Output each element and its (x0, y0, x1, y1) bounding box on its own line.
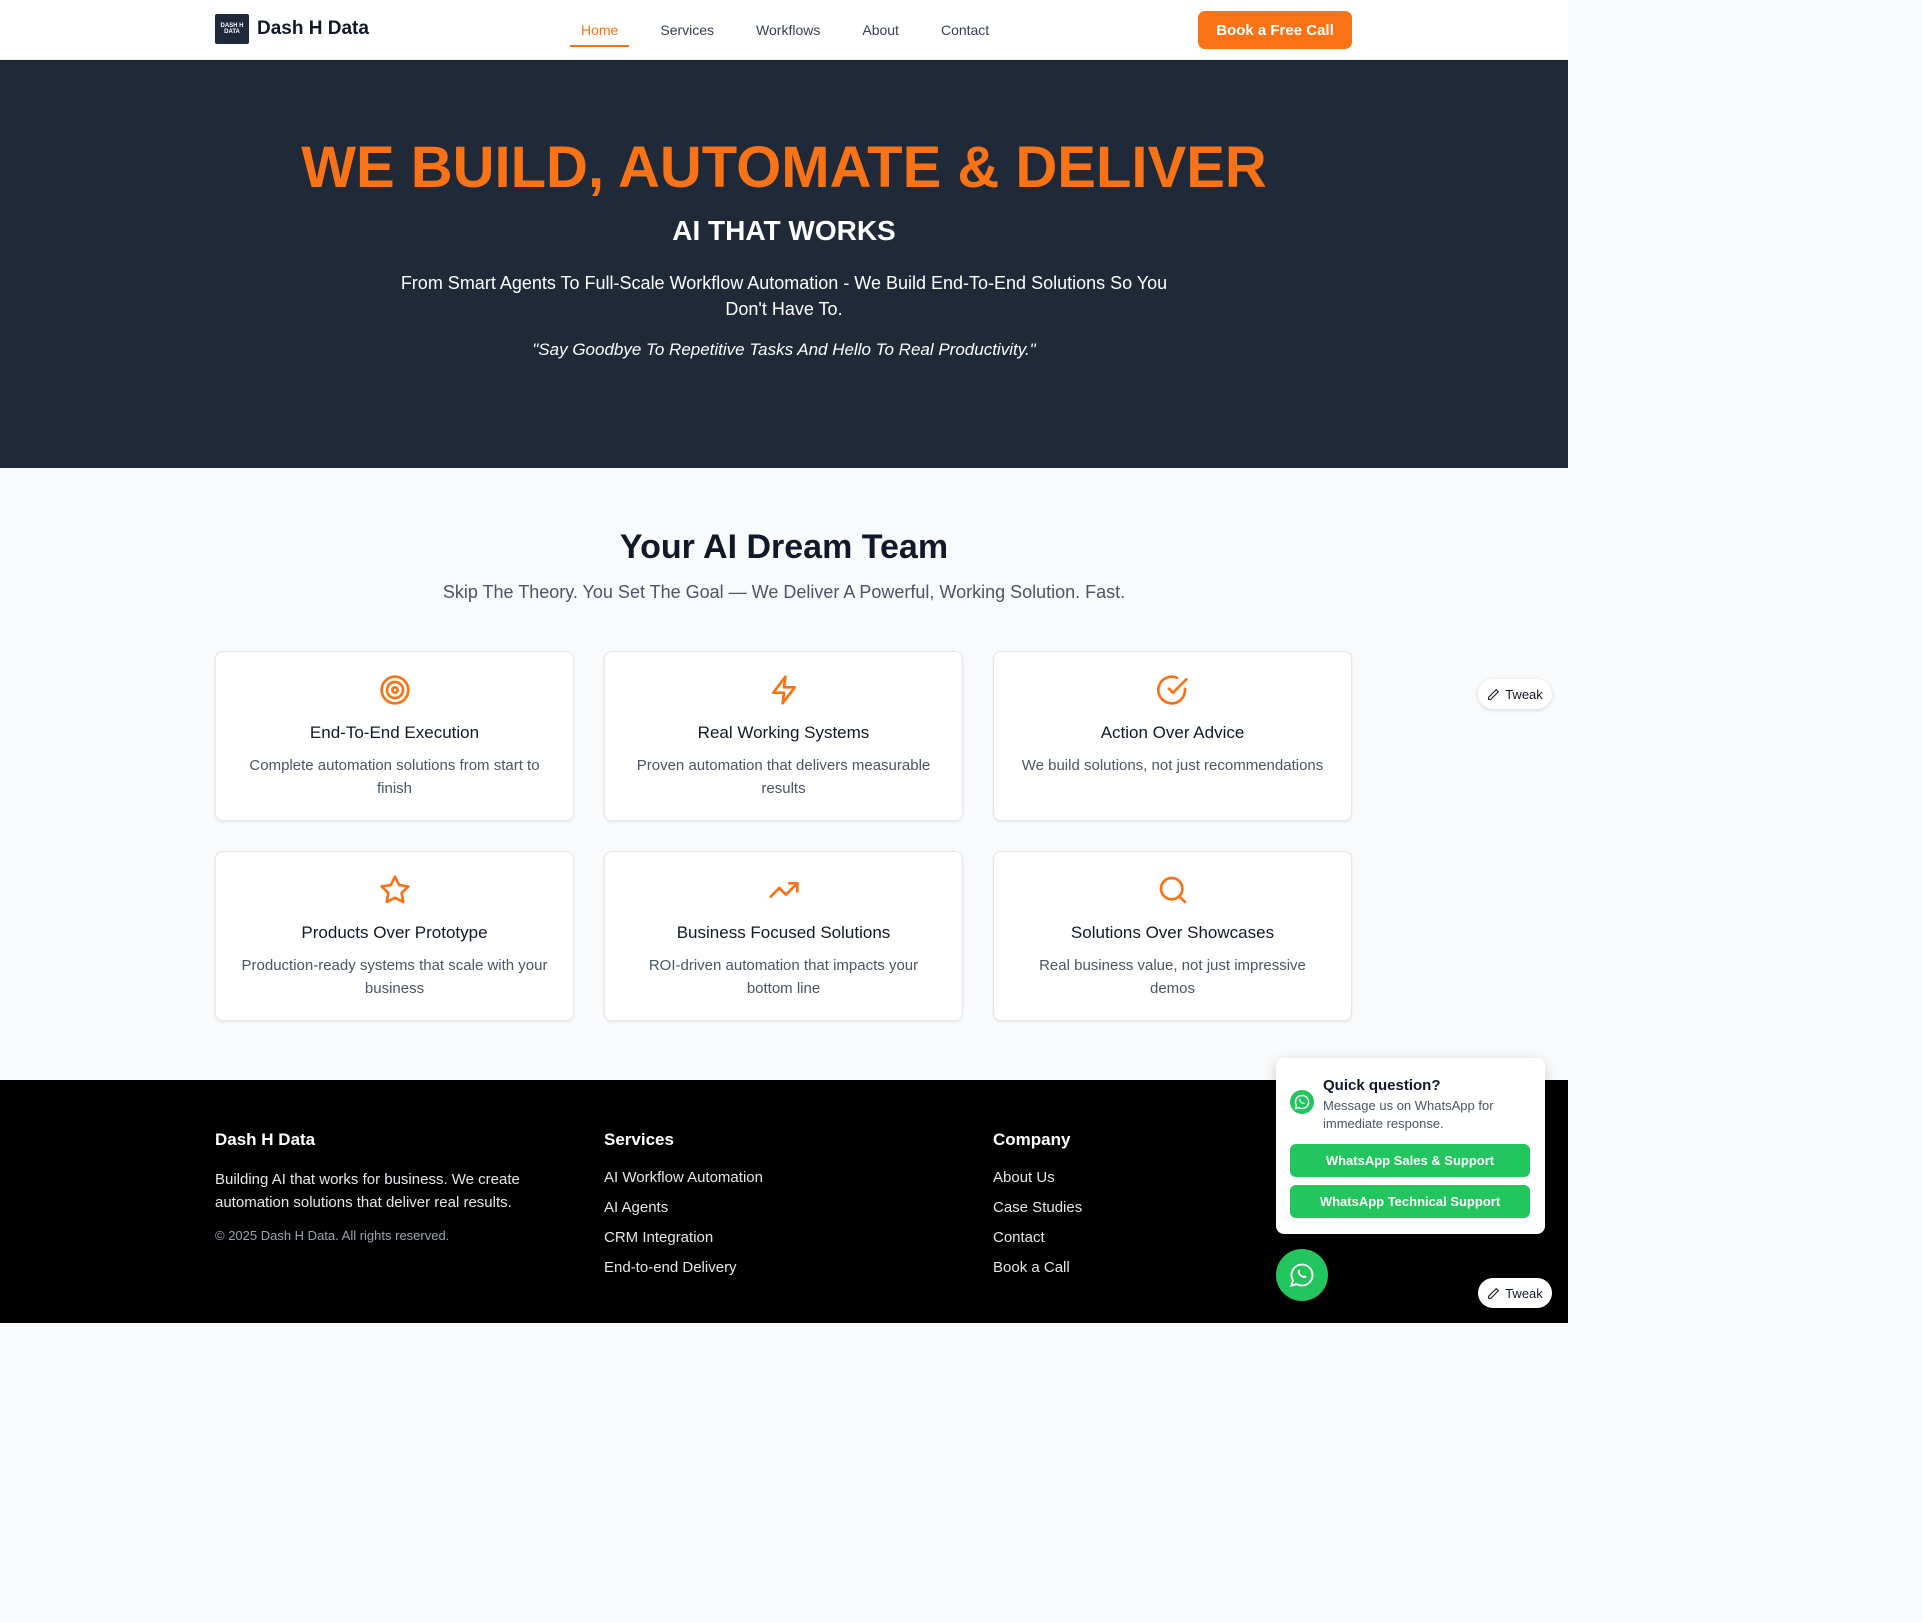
card-title: End-To-End Execution (309, 723, 480, 742)
card-description: ROI-driven automation that impacts your … (648, 957, 919, 997)
footer-link[interactable]: AI Workflow Automation (604, 1168, 763, 1198)
card-title: Business Focused Solutions (676, 923, 891, 942)
feature-card: End-To-End Execution Complete automation… (215, 651, 574, 821)
whatsapp-tech-button[interactable]: WhatsApp Technical Support (1290, 1185, 1530, 1218)
footer-description: Building AI that works for business. We … (215, 1171, 520, 1211)
card-title: Real Working Systems (697, 723, 870, 742)
tweak-button[interactable]: Tweak (1478, 1278, 1552, 1308)
lightning-icon (605, 674, 962, 706)
footer-link[interactable]: AI Agents (604, 1198, 763, 1228)
tweak-label: Tweak (1505, 686, 1543, 702)
pencil-icon (1488, 1287, 1500, 1299)
card-description: Production-ready systems that scale with… (241, 957, 548, 997)
nav-link-contact[interactable]: Contact (930, 0, 1000, 60)
whatsapp-sales-button[interactable]: WhatsApp Sales & Support (1290, 1144, 1530, 1177)
whatsapp-icon (1290, 1090, 1314, 1119)
star-icon (216, 874, 573, 906)
footer-brand: Dash H Data (215, 1130, 316, 1149)
whatsapp-fab-button[interactable] (1276, 1249, 1328, 1301)
footer-link[interactable]: CRM Integration (604, 1228, 763, 1258)
hero-title: WE BUILD, AUTOMATE & DELIVER (301, 135, 1267, 200)
feature-card: Action Over Advice We build solutions, n… (993, 651, 1352, 821)
footer-link[interactable]: Book a Call (993, 1258, 1082, 1288)
feature-card: Real Working Systems Proven automation t… (604, 651, 963, 821)
footer-company-title: Company (993, 1130, 1071, 1149)
hero-subtitle: AI THAT WORKS (672, 215, 896, 246)
whatsapp-popup: Quick question? Message us on WhatsApp f… (1276, 1058, 1545, 1234)
nav-links: Home Services Workflows About Contact (570, 0, 1020, 60)
feature-card: Products Over Prototype Production-ready… (215, 851, 574, 1021)
card-title: Solutions Over Showcases (1070, 923, 1275, 942)
brand-name: Dash H Data (257, 18, 369, 39)
card-description: Proven automation that delivers measurab… (636, 757, 931, 797)
footer-link[interactable]: Case Studies (993, 1198, 1082, 1228)
tweak-label: Tweak (1505, 1285, 1543, 1301)
footer-link[interactable]: End-to-end Delivery (604, 1258, 763, 1288)
card-title: Action Over Advice (1100, 723, 1245, 742)
feature-card: Solutions Over Showcases Real business v… (993, 851, 1352, 1021)
brand-logo[interactable]: DASH H DATA Dash H Data (215, 14, 369, 44)
footer-services-title: Services (604, 1130, 674, 1149)
section-title: Your AI Dream Team (619, 528, 949, 566)
pencil-icon (1488, 688, 1500, 700)
nav-link-about[interactable]: About (851, 0, 910, 60)
logo-mark-text: DASH H DATA (220, 23, 244, 35)
card-title: Products Over Prototype (301, 923, 488, 942)
nav-link-home[interactable]: Home (570, 0, 630, 60)
popup-title: Quick question? (1323, 1077, 1441, 1094)
top-navbar: DASH H DATA Dash H Data Home Services Wo… (0, 0, 1568, 60)
target-icon (216, 674, 573, 706)
card-description: Real business value, not just impressive… (1039, 957, 1306, 997)
card-description: We build solutions, not just recommendat… (1021, 757, 1324, 774)
logo-mark: DASH H DATA (215, 14, 249, 44)
footer-company-column: Company About Us Case Studies Contact Bo… (993, 1130, 1082, 1288)
trending-up-icon (605, 874, 962, 906)
book-call-button[interactable]: Book a Free Call (1198, 11, 1352, 49)
hero-section: WE BUILD, AUTOMATE & DELIVER AI THAT WOR… (0, 60, 1568, 468)
hero-description: From Smart Agents To Full-Scale Workflow… (400, 273, 1168, 319)
footer-brand-column: Dash H Data Building AI that works for b… (215, 1130, 535, 1243)
card-description: Complete automation solutions from start… (249, 757, 540, 797)
nav-link-workflows[interactable]: Workflows (745, 0, 831, 60)
whatsapp-icon (1290, 1263, 1314, 1287)
tweak-button[interactable]: Tweak (1478, 679, 1552, 709)
check-circle-icon (994, 674, 1351, 706)
popup-description: Message us on WhatsApp for immediate res… (1323, 1098, 1494, 1131)
search-icon (994, 874, 1351, 906)
nav-link-services[interactable]: Services (649, 0, 725, 60)
hero-quote: "Say Goodbye To Repetitive Tasks And Hel… (532, 340, 1036, 359)
footer-link[interactable]: About Us (993, 1168, 1082, 1198)
section-subtitle: Skip The Theory. You Set The Goal — We D… (442, 582, 1126, 602)
footer-link[interactable]: Contact (993, 1228, 1082, 1258)
copyright: © 2025 Dash H Data. All rights reserved. (215, 1228, 450, 1243)
footer-services-column: Services AI Workflow Automation AI Agent… (604, 1130, 763, 1288)
feature-card: Business Focused Solutions ROI-driven au… (604, 851, 963, 1021)
